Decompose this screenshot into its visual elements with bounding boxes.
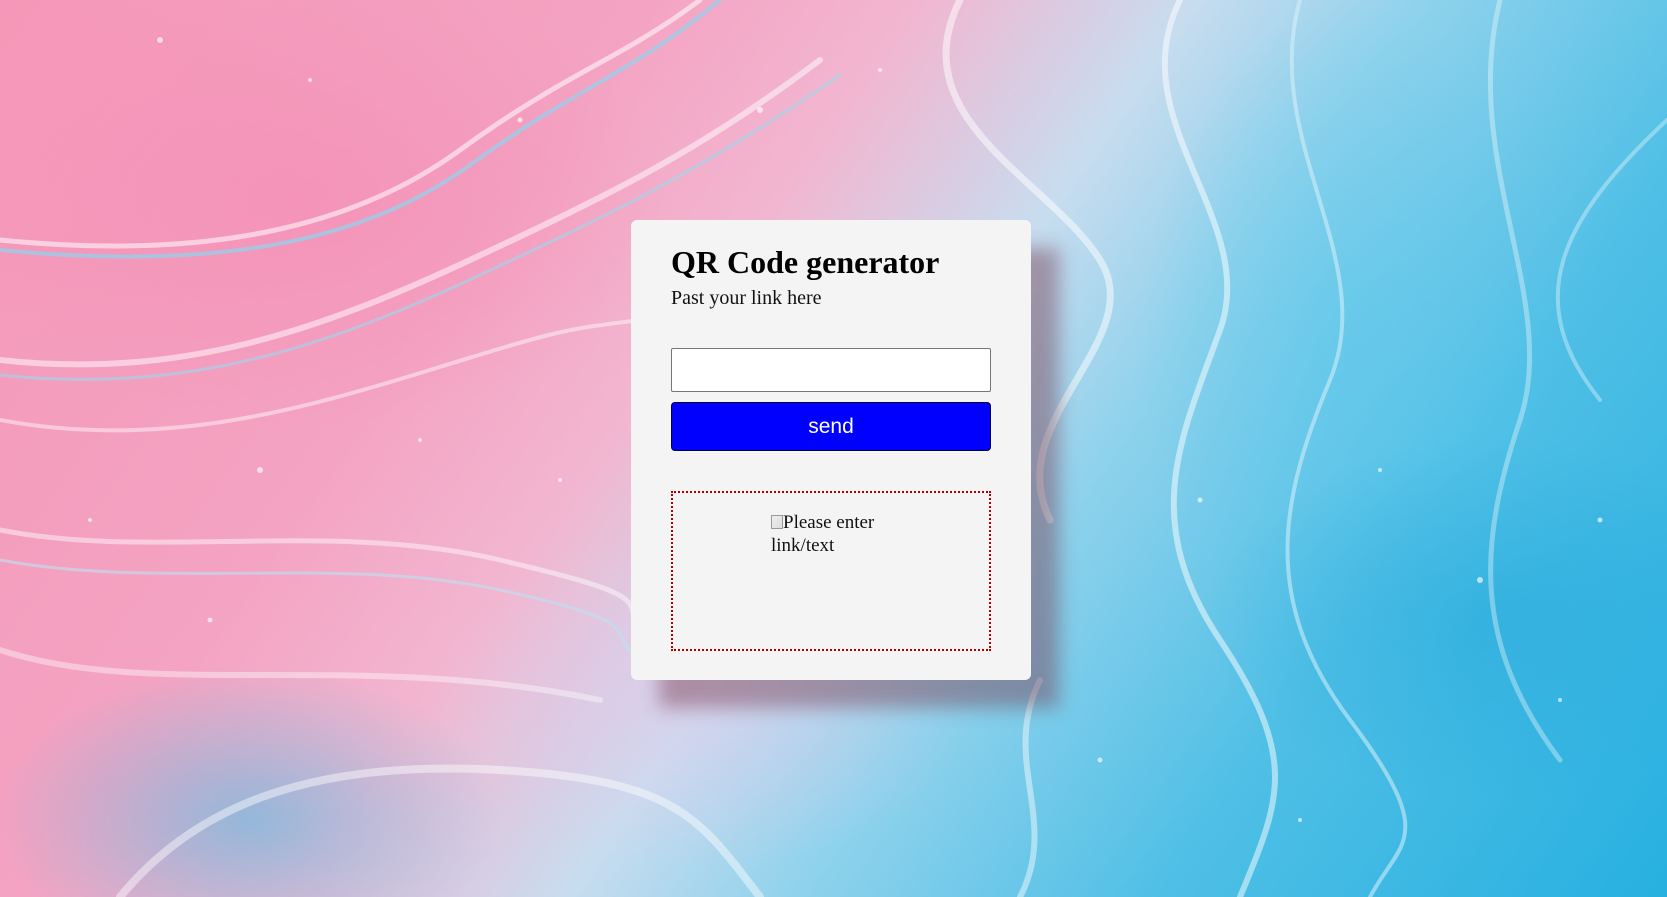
qr-generator-card: QR Code generator Past your link here se…: [631, 220, 1031, 680]
page-title: QR Code generator: [671, 244, 940, 280]
qr-code-container: Please enter link/text: [671, 491, 991, 651]
send-button[interactable]: send: [671, 402, 991, 451]
link-input[interactable]: [671, 348, 991, 392]
qr-image-alt-text: Please enter link/text: [771, 512, 875, 556]
instruction-text: Past your link here: [671, 287, 822, 309]
qr-code-image: Please enter link/text: [771, 511, 901, 557]
broken-image-icon: [771, 515, 783, 529]
